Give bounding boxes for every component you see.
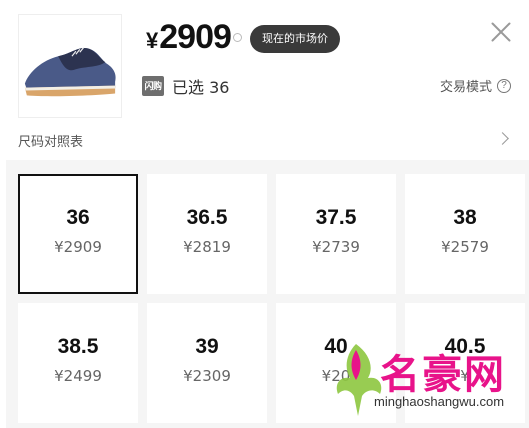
help-icon[interactable]: ?	[497, 78, 511, 93]
size-chart-link[interactable]: 尺码对照表	[18, 131, 83, 150]
size-value: 38	[453, 206, 477, 229]
size-price: ¥2309	[183, 367, 231, 385]
watermark-name: 名豪网	[380, 352, 506, 398]
size-value: 37.5	[315, 206, 357, 229]
size-value: 36.5	[186, 206, 228, 229]
size-price: ¥2819	[183, 238, 231, 256]
selected-size-label: 已选 36	[172, 78, 230, 97]
currency-symbol: ¥	[146, 28, 159, 53]
size-price: ¥2909	[54, 238, 102, 256]
watermark: 名豪网 minghaoshangwu.com	[328, 340, 528, 428]
watermark-url: minghaoshangwu.com	[374, 394, 505, 409]
close-icon[interactable]	[489, 20, 513, 44]
flash-sale-badge: 闪购	[142, 76, 164, 96]
info-icon[interactable]	[233, 33, 242, 42]
size-option-38-5[interactable]: 38.5 ¥2499	[18, 303, 138, 423]
market-price: ¥ 2909	[146, 18, 232, 57]
size-option-37-5[interactable]: 37.5 ¥2739	[276, 174, 396, 294]
size-option-38[interactable]: 38 ¥2579	[405, 174, 525, 294]
size-option-39[interactable]: 39 ¥2309	[147, 303, 267, 423]
price-amount: 2909	[159, 18, 232, 56]
chevron-right-icon[interactable]	[496, 132, 509, 145]
price-tooltip: 现在的市场价	[250, 25, 340, 53]
size-value: 36	[66, 206, 90, 229]
trade-mode-label: 交易模式	[439, 80, 492, 95]
sneaker-icon	[24, 46, 116, 97]
trade-mode-link[interactable]: 交易模式 ?	[440, 76, 511, 95]
size-option-36-5[interactable]: 36.5 ¥2819	[147, 174, 267, 294]
size-price: ¥2739	[312, 238, 360, 256]
size-value: 39	[195, 335, 219, 358]
size-price: ¥2499	[54, 367, 102, 385]
size-option-36[interactable]: 36 ¥2909	[18, 174, 138, 294]
size-value: 38.5	[57, 335, 99, 358]
product-image	[18, 14, 122, 118]
selected-size-row: 闪购 已选 36	[142, 74, 229, 98]
size-price: ¥2579	[441, 238, 489, 256]
